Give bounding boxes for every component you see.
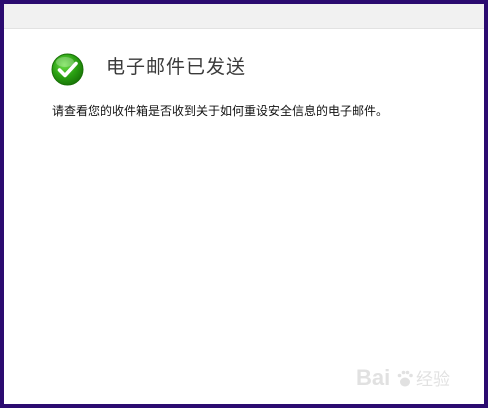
green-check-icon <box>51 53 84 86</box>
info-message: 请查看您的收件箱是否收到关于如何重设安全信息的电子邮件。 <box>52 104 389 118</box>
baidu-paw-icon <box>397 370 413 387</box>
watermark-brand: Bai <box>356 365 390 390</box>
page-title: 电子邮件已发送 <box>106 56 247 78</box>
window-frame: 电子邮件已发送 请查看您的收件箱是否收到关于如何重设安全信息的电子邮件。 Bai… <box>0 0 488 408</box>
top-bar <box>4 4 484 29</box>
baidu-watermark: Bai 经验 <box>356 365 450 390</box>
watermark-text: 经验 <box>416 370 450 390</box>
